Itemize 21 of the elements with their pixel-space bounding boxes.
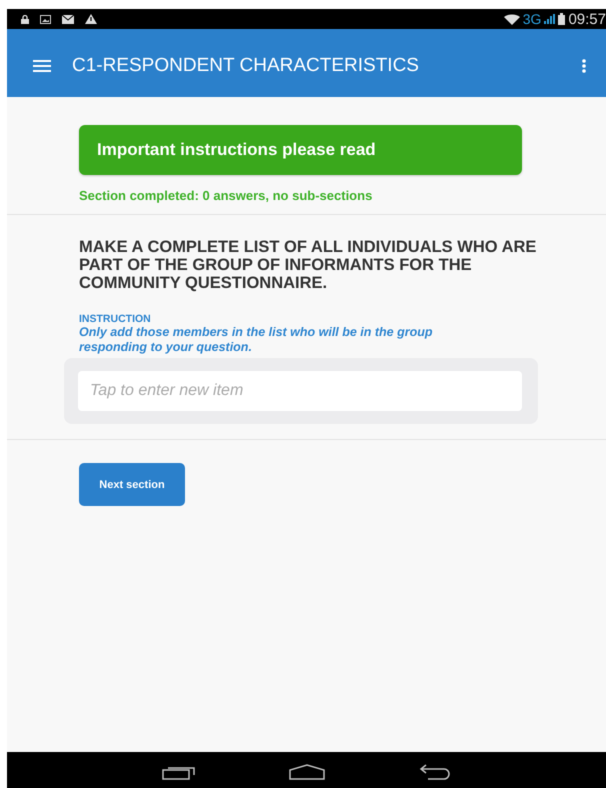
question-text: MAKE A COMPLETE LIST OF ALL INDIVIDUALS WHO ARE PART OF THE GROUP OF INFORMANTS FOR THE COMMUNITY QUESTIONNAIRE.: [79, 238, 538, 292]
more-options-button[interactable]: [582, 59, 586, 73]
lock-icon: [21, 14, 29, 24]
image-icon: [40, 14, 51, 24]
network-type: 3G: [522, 11, 542, 27]
back-icon: [418, 764, 452, 780]
battery-icon: [558, 13, 566, 25]
input-field[interactable]: Tap to enter new item: [78, 371, 522, 411]
mail-icon: [62, 14, 74, 24]
menu-button[interactable]: [33, 60, 51, 72]
next-section-button[interactable]: Next section: [79, 463, 185, 506]
screen-title: C1-RESPONDENT CHARACTERISTICS: [72, 55, 420, 77]
instruction-label: INSTRUCTION: [79, 313, 152, 325]
clock: 09:57: [568, 10, 606, 28]
signal-icon: [544, 14, 556, 24]
section-status: Section completed: 0 answers, no sub-sections: [79, 188, 374, 203]
instruction-text: Only add those members in the list who will be in the group responding to your question.: [79, 325, 434, 355]
instructions-button[interactable]: Important instructions please read: [79, 125, 522, 175]
home-icon: [288, 764, 324, 780]
wifi-icon: [504, 14, 520, 24]
warning-icon: [85, 14, 97, 24]
